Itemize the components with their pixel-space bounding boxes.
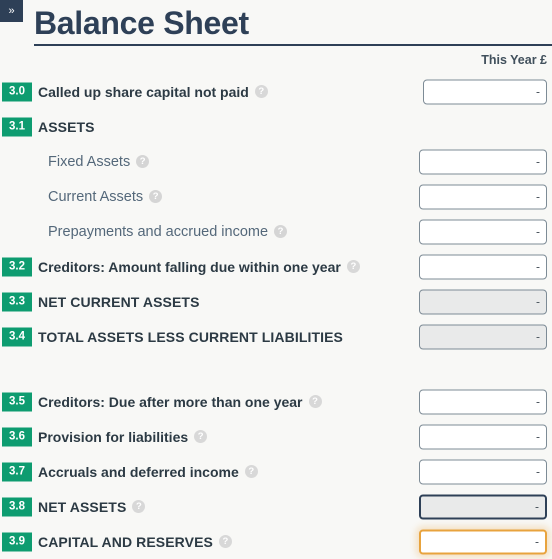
help-icon[interactable]: ? bbox=[244, 465, 258, 478]
table-row: 3.4 TOTAL ASSETS LESS CURRENT LIABILITIES bbox=[0, 319, 552, 354]
table-row: Prepayments and accrued income? bbox=[0, 214, 552, 249]
row-label-text: ASSETS bbox=[38, 118, 95, 135]
page-title: Balance Sheet bbox=[34, 5, 249, 41]
row-label-text: Accruals and deferred income bbox=[38, 463, 239, 480]
value-input bbox=[419, 324, 547, 349]
table-row: 3.3 NET CURRENT ASSETS bbox=[0, 284, 552, 319]
row-label: NET CURRENT ASSETS bbox=[38, 294, 200, 310]
chevron-double-right-icon: » bbox=[8, 5, 15, 17]
row-label-text: Creditors: Due after more than one year bbox=[38, 393, 303, 410]
row-label-text: TOTAL ASSETS LESS CURRENT LIABILITIES bbox=[38, 328, 343, 345]
row-code-badge: 3.8 bbox=[2, 497, 32, 516]
row-label: Provision for liabilities? bbox=[38, 428, 208, 445]
help-icon[interactable]: ? bbox=[346, 260, 360, 273]
value-input[interactable] bbox=[419, 459, 547, 484]
value-input[interactable] bbox=[423, 79, 547, 104]
help-icon[interactable]: ? bbox=[274, 225, 288, 238]
row-code-badge: 3.0 bbox=[2, 82, 32, 101]
value-input[interactable] bbox=[419, 254, 547, 279]
sidebar-collapse-toggle[interactable]: » bbox=[0, 0, 23, 22]
row-code-badge: 3.3 bbox=[2, 292, 32, 311]
row-label: Called up share capital not paid? bbox=[38, 84, 268, 100]
help-icon[interactable]: ? bbox=[308, 395, 322, 408]
table-row: Current Assets? bbox=[0, 179, 552, 214]
row-label-text: Creditors: Amount falling due within one… bbox=[38, 258, 341, 275]
row-label: NET ASSETS? bbox=[38, 498, 146, 515]
row-code-badge: 3.4 bbox=[2, 327, 32, 346]
row-label: ASSETS bbox=[38, 119, 95, 135]
table-row: 3.7 Accruals and deferred income? bbox=[0, 454, 552, 489]
row-label-text: Called up share capital not paid bbox=[38, 83, 249, 100]
value-input[interactable] bbox=[419, 184, 547, 209]
row-code-badge: 3.6 bbox=[2, 427, 32, 446]
help-icon[interactable]: ? bbox=[149, 190, 163, 203]
table-row: 3.5 Creditors: Due after more than one ye… bbox=[0, 384, 552, 419]
row-label: Prepayments and accrued income? bbox=[48, 223, 288, 240]
row-label: CAPITAL AND RESERVES? bbox=[38, 534, 232, 550]
row-label-text: NET CURRENT ASSETS bbox=[38, 293, 200, 310]
table-row: 3.6 Provision for liabilities? bbox=[0, 419, 552, 454]
row-code-badge: 3.2 bbox=[2, 257, 32, 276]
row-label: Fixed Assets? bbox=[48, 153, 150, 170]
row-code-badge: 3.1 bbox=[2, 117, 32, 136]
value-input[interactable] bbox=[419, 219, 547, 244]
table-row: 3.2 Creditors: Amount falling due within … bbox=[0, 249, 552, 284]
row-label-text: Current Assets bbox=[48, 188, 144, 205]
value-input[interactable] bbox=[419, 529, 547, 554]
value-input[interactable] bbox=[419, 149, 547, 174]
row-code-badge: 3.5 bbox=[2, 392, 32, 411]
page-header: Balance Sheet bbox=[34, 0, 552, 46]
row-label: TOTAL ASSETS LESS CURRENT LIABILITIES bbox=[38, 329, 343, 345]
row-label-text: Provision for liabilities bbox=[38, 428, 189, 445]
row-label: Current Assets? bbox=[48, 188, 163, 205]
table-row: Fixed Assets? bbox=[0, 144, 552, 179]
row-label-text: NET ASSETS bbox=[38, 498, 127, 515]
row-spacer bbox=[0, 354, 552, 384]
row-label: Creditors: Due after more than one year? bbox=[38, 394, 322, 410]
table-row: 3.0 Called up share capital not paid? bbox=[0, 74, 552, 109]
help-icon[interactable]: ? bbox=[194, 430, 208, 443]
row-label-text: CAPITAL AND RESERVES bbox=[38, 533, 213, 550]
table-row: 3.9 CAPITAL AND RESERVES? bbox=[0, 524, 552, 559]
value-input bbox=[419, 289, 547, 314]
row-label-text: Prepayments and accrued income bbox=[48, 223, 269, 240]
table-row: 3.1 ASSETS bbox=[0, 109, 552, 144]
row-code-badge: 3.7 bbox=[2, 462, 32, 481]
row-label-text: Fixed Assets bbox=[48, 153, 131, 170]
balance-sheet-rows: 3.0 Called up share capital not paid? 3.1 A… bbox=[0, 74, 552, 559]
value-input[interactable] bbox=[419, 389, 547, 414]
row-code-badge: 3.9 bbox=[2, 532, 32, 551]
value-input[interactable] bbox=[419, 424, 547, 449]
help-icon[interactable]: ? bbox=[132, 500, 146, 513]
help-icon[interactable]: ? bbox=[254, 85, 268, 98]
row-label: Creditors: Amount falling due within one… bbox=[38, 259, 360, 275]
value-input bbox=[419, 494, 547, 519]
column-header-this-year: This Year £ bbox=[481, 53, 547, 67]
help-icon[interactable]: ? bbox=[218, 535, 232, 548]
row-label: Accruals and deferred income? bbox=[38, 464, 258, 480]
table-row: 3.8 NET ASSETS? bbox=[0, 489, 552, 524]
help-icon[interactable]: ? bbox=[136, 155, 150, 168]
column-header-row: This Year £ bbox=[0, 46, 552, 74]
